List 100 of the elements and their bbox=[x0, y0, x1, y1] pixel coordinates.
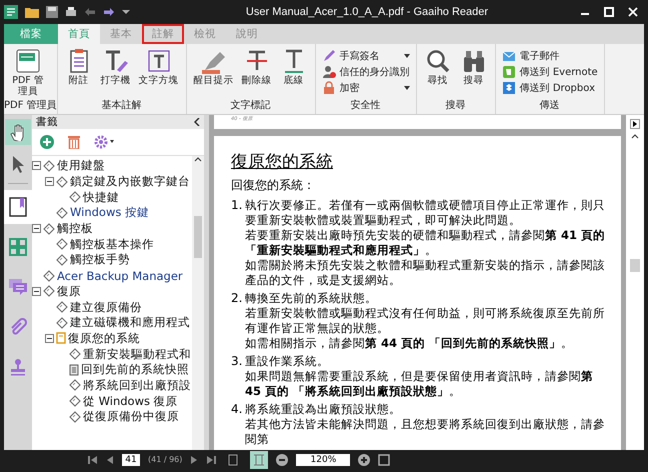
box-icon bbox=[502, 80, 516, 94]
save-icon bbox=[46, 6, 58, 18]
close-icon bbox=[628, 7, 638, 17]
bookmark-item[interactable]: 將系統回到出廠預設 bbox=[83, 378, 191, 393]
ribbon-button[interactable]: 打字機 bbox=[98, 48, 134, 98]
page-count: (41 / 96) bbox=[148, 455, 182, 464]
ribbon-button[interactable]: 刪除線 bbox=[238, 48, 275, 98]
text-box-icon bbox=[146, 48, 172, 74]
ribbon-button[interactable]: 尋找 bbox=[420, 48, 455, 98]
document-text: 如需關於將未預先安裝之軟體和驅動程式重新安裝的指示，請參閱該產品的文件，或是支援網站。 bbox=[245, 258, 605, 288]
document-text: 若重新安裝軟體或驅動程式沒有任何助益，則可將系統復原至先前所有運作皆正常無誤的狀態。 bbox=[245, 306, 605, 336]
bookmark-icon bbox=[43, 222, 55, 235]
bookmark-icon bbox=[56, 316, 68, 329]
ribbon-group-label: 安全性 bbox=[350, 98, 382, 113]
bookmark-panel-icon bbox=[9, 197, 27, 217]
list-number: 3. bbox=[231, 354, 241, 370]
stamp-icon bbox=[9, 358, 27, 376]
paperclip-icon bbox=[9, 318, 27, 336]
mail-icon bbox=[502, 48, 516, 62]
ribbon-button[interactable]: 搜尋 bbox=[456, 48, 491, 98]
add-icon bbox=[40, 135, 54, 149]
ribbon-button[interactable]: 傳送到 Dropbox bbox=[500, 80, 600, 95]
ribbon-group-label: 搜尋 bbox=[444, 98, 467, 113]
document-text: 執行次要修正。若僅有一或兩個軟體或硬體項目停止正常運作，則只要重新安裝軟體或裝置驅動程式，即可解決此問題。 bbox=[245, 198, 605, 228]
folder-icon bbox=[25, 6, 39, 18]
list-number: 2. bbox=[231, 291, 241, 307]
ribbon-button[interactable]: PDF 管理員 bbox=[8, 48, 48, 98]
bookmark-icon bbox=[56, 206, 68, 219]
scrollbar-thumb[interactable] bbox=[630, 259, 640, 272]
bookmark-item[interactable]: 回到先前的系統快照 bbox=[81, 362, 189, 378]
ribbon-group-label: 傳送 bbox=[538, 99, 561, 113]
pdf-manager-icon bbox=[14, 48, 42, 74]
document-heading: 復原您的系統 bbox=[231, 151, 334, 173]
document-text: 重設作業系統。 bbox=[245, 354, 330, 369]
list-number: 1. bbox=[231, 198, 241, 214]
ribbon-button[interactable]: 醒目提示 bbox=[190, 48, 237, 98]
document-text: 若其他方法皆未能解決問題，且您想要將系統回復到出廠狀態，請參閱第 bbox=[245, 417, 605, 447]
bookmark-item[interactable]: Windows 按鍵 bbox=[70, 205, 149, 220]
list-number: 4. bbox=[231, 402, 241, 418]
bookmark-item[interactable]: 觸控板基本操作 bbox=[70, 236, 154, 252]
ribbon-button[interactable]: 電子郵件 bbox=[500, 48, 600, 63]
ribbon-group-label: PDF 管理員 bbox=[4, 99, 57, 113]
ribbon-button[interactable]: 傳送到 Evernote bbox=[500, 64, 600, 79]
fit-width-button[interactable] bbox=[250, 450, 268, 468]
panel-tab[interactable] bbox=[4, 190, 32, 224]
bookmark-item[interactable]: 從 Windows 復原 bbox=[83, 394, 178, 409]
tool-button[interactable] bbox=[5, 119, 31, 145]
ribbon-button[interactable]: 信任的身分識別 bbox=[320, 64, 412, 79]
thumbnails-icon bbox=[9, 238, 27, 256]
bookmark-item[interactable]: 觸控板手勢 bbox=[70, 252, 130, 268]
first-page-icon bbox=[88, 454, 98, 464]
bookmark-item[interactable]: 建立復原備份 bbox=[70, 300, 142, 315]
bookmark-item[interactable]: Acer Backup Manager bbox=[57, 268, 183, 283]
note-icon bbox=[68, 48, 90, 74]
previous-page-icon bbox=[106, 454, 114, 464]
ribbon-button[interactable]: 文字方塊 bbox=[136, 48, 182, 98]
bookmark-icon bbox=[56, 176, 68, 188]
ribbon-group-label: 文字標記 bbox=[230, 98, 272, 113]
document-text: 轉換至先前的系統狀態。 bbox=[245, 291, 378, 306]
bookmark-icon bbox=[56, 301, 68, 314]
comments-icon bbox=[8, 278, 28, 296]
settings-icon bbox=[94, 135, 114, 149]
bookmark-item[interactable]: 使用鍵盤 bbox=[57, 158, 105, 174]
ribbon-group-label: 基本註解 bbox=[100, 98, 143, 113]
scroll-up-icon bbox=[631, 133, 639, 139]
ribbon-button[interactable]: 底線 bbox=[276, 48, 311, 98]
full-screen-icon bbox=[378, 454, 390, 466]
bookmark-item[interactable]: 建立磁碟機和應用程式 bbox=[70, 315, 190, 330]
collapse-icon[interactable] bbox=[45, 177, 54, 186]
bookmark-icon bbox=[43, 285, 55, 298]
redo-icon bbox=[103, 7, 115, 17]
bookmark-item[interactable]: 重新安裝驅動程式和 bbox=[83, 346, 191, 362]
ribbon-button[interactable]: 加密 bbox=[320, 80, 412, 95]
bookmark-icon bbox=[56, 238, 68, 250]
page-icon bbox=[69, 364, 79, 376]
bookmark-item[interactable]: 快捷鍵 bbox=[83, 190, 119, 205]
fit-page-icon bbox=[227, 452, 240, 466]
zoom-field[interactable]: 120% bbox=[296, 454, 350, 466]
document-text: 若要重新安裝出廠時預先安裝的硬體和驅動程式，請參閱第 41 頁的「重新安裝驅動程式和應用程式」。 bbox=[245, 228, 605, 258]
ribbon-button[interactable]: 手寫簽名 bbox=[320, 48, 412, 63]
print-icon bbox=[65, 6, 77, 18]
ribbon-button[interactable]: 附註 bbox=[62, 48, 96, 98]
collapse-icon[interactable] bbox=[45, 334, 54, 343]
bookmark-item[interactable]: 復原您的系統 bbox=[68, 330, 140, 346]
collapse-icon[interactable] bbox=[32, 161, 41, 170]
bookmark-item[interactable]: 復原 bbox=[57, 284, 81, 299]
page-number-field[interactable]: 41 bbox=[122, 454, 140, 466]
caret-icon bbox=[122, 9, 130, 15]
bookmark-icon bbox=[43, 160, 55, 172]
bookmark-item[interactable]: 觸控板 bbox=[57, 221, 93, 236]
bookmark-item[interactable]: 從復原備份中復原 bbox=[83, 409, 179, 424]
zoom-out-icon bbox=[276, 454, 288, 466]
collapse-icon[interactable] bbox=[32, 286, 41, 296]
collapse-icon[interactable] bbox=[32, 224, 41, 234]
scrollbar-thumb[interactable] bbox=[194, 216, 202, 258]
next-page-icon bbox=[630, 119, 640, 129]
zoom-in-icon bbox=[358, 454, 370, 466]
bookmark-item[interactable]: 鎖定鍵及內嵌數字鍵台 bbox=[70, 174, 190, 190]
window-title: User Manual_Acer_1.0_A_A.pdf - Gaaiho Reader bbox=[244, 6, 490, 18]
panel-title: 書籤 bbox=[36, 115, 58, 129]
